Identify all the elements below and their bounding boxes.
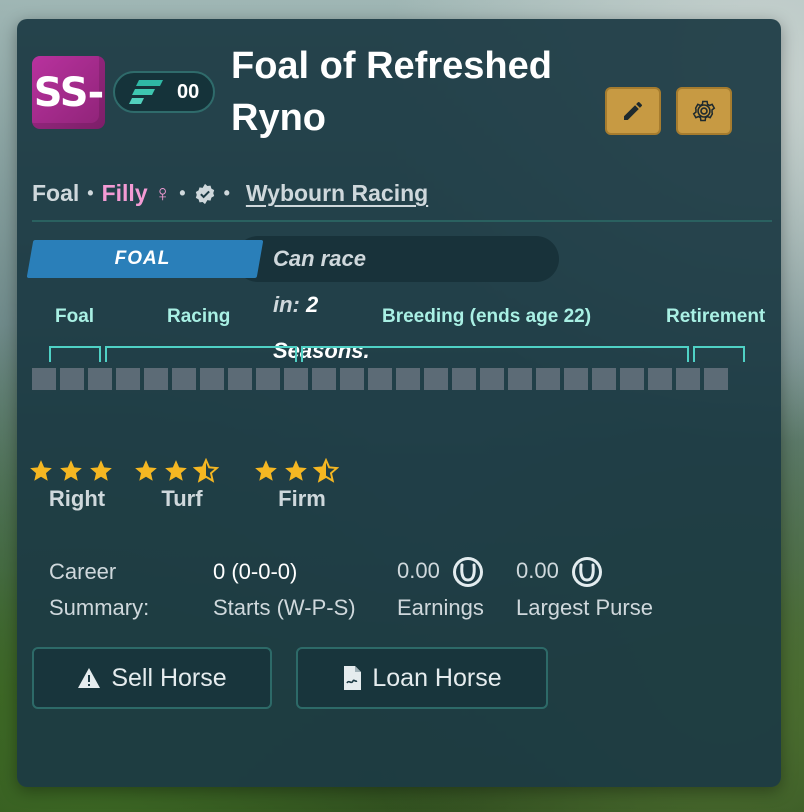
star-icon — [285, 460, 307, 481]
loan-horse-button[interactable]: Loan Horse — [296, 647, 548, 709]
grade-badge: SS- — [32, 56, 105, 129]
timeline-cell — [228, 368, 252, 390]
horse-name: Foal of Refreshed Ryno — [231, 45, 552, 139]
owner-link[interactable]: Wybourn Racing — [246, 180, 428, 207]
timeline-cell — [620, 368, 644, 390]
timeline-cell — [564, 368, 588, 390]
timeline-cell — [172, 368, 196, 390]
horse-header: SS- 00 Foal of Refreshed Ryno — [32, 40, 774, 150]
phase-label-foal: Foal — [55, 306, 95, 327]
sell-horse-label: Sell Horse — [111, 663, 227, 692]
phase-label-racing: Racing — [167, 306, 231, 327]
star-icon — [30, 460, 52, 481]
timeline-cell — [676, 368, 700, 390]
timeline-cell — [424, 368, 448, 390]
timeline-cell — [312, 368, 336, 390]
timeline-cell — [88, 368, 112, 390]
timeline-cell — [32, 368, 56, 390]
can-race-text: Can race in: 2 Seasons. — [273, 236, 370, 363]
verified-badge-icon — [195, 183, 214, 204]
half-star-icon — [193, 458, 219, 483]
timeline-cell — [340, 368, 364, 390]
stage-tag-label: FOAL — [114, 248, 171, 269]
sell-horse-button[interactable]: Sell Horse — [32, 647, 272, 709]
gear-icon — [692, 100, 716, 122]
star-icon — [255, 460, 277, 481]
star-icon — [135, 460, 157, 481]
rating-turf: Turf — [122, 458, 242, 512]
star-icon — [60, 460, 82, 481]
loan-horse-label: Loan Horse — [372, 663, 502, 692]
age-class: Foal — [32, 180, 80, 206]
timeline-cell — [284, 368, 308, 390]
timeline-cell — [452, 368, 476, 390]
timeline-cell — [536, 368, 560, 390]
career-label-line2: Summary: — [49, 595, 150, 620]
separator: • — [87, 183, 94, 203]
phase-bracket-breeding — [301, 346, 689, 362]
gender: Filly ♀ — [101, 180, 172, 206]
phase-label-breeding: Breeding (ends age 22) — [382, 306, 592, 327]
earnings-value-row: 0.00 — [397, 556, 484, 588]
edit-button[interactable] — [605, 87, 661, 135]
timeline-cell — [508, 368, 532, 390]
purse-label: Largest Purse — [516, 595, 653, 620]
level-pill: 00 — [113, 71, 215, 113]
timeline-cells — [32, 368, 728, 390]
earnings-label: Earnings — [397, 595, 484, 620]
timeline-cell — [368, 368, 392, 390]
pencil-icon — [624, 101, 643, 120]
star-rating — [230, 458, 362, 484]
starts-label: Starts (W-P-S) — [213, 595, 356, 620]
separator: • — [223, 183, 230, 203]
timeline-cell — [480, 368, 504, 390]
starts-value: 0 (0-0-0) — [213, 559, 298, 584]
rating-right: Right — [30, 458, 122, 512]
rating-label: Right — [48, 486, 106, 511]
phase-label-retirement: Retirement — [666, 306, 766, 327]
divider — [32, 220, 772, 222]
timeline-cell — [396, 368, 420, 390]
timeline-cell — [200, 368, 224, 390]
timeline-cell — [144, 368, 168, 390]
horse-meta: Foal • Filly ♀ • • Wybourn Racing — [32, 180, 428, 207]
rating-firm: Firm — [242, 458, 362, 512]
rating-label: Firm — [278, 486, 326, 511]
timeline-cell — [60, 368, 84, 390]
separator: • — [179, 183, 186, 203]
timeline-cell — [116, 368, 140, 390]
settings-button[interactable] — [676, 87, 732, 135]
surface-ratings: Right Turf Firm — [30, 458, 362, 512]
earnings-value: 0.00 — [397, 557, 440, 583]
career-label-line1: Career — [49, 559, 117, 584]
level-icon — [129, 80, 163, 104]
horseshoe-coin-icon — [571, 557, 602, 587]
star-icon — [165, 460, 187, 481]
star-rating — [20, 458, 122, 484]
half-star-icon — [313, 458, 339, 483]
phase-bracket-foal — [49, 346, 101, 362]
timeline-cell — [592, 368, 616, 390]
timeline-cell — [648, 368, 672, 390]
phase-bracket-racing — [105, 346, 297, 362]
purse-value-row: 0.00 — [516, 556, 603, 588]
timeline-cell — [256, 368, 280, 390]
document-icon — [344, 666, 362, 690]
purse-value: 0.00 — [516, 557, 559, 583]
horseshoe-coin-icon — [452, 557, 483, 587]
phase-bracket-retirement — [693, 346, 745, 362]
star-rating — [110, 458, 242, 484]
timeline-cell — [704, 368, 728, 390]
rating-label: Turf — [161, 486, 203, 511]
warning-icon — [78, 668, 101, 688]
level-number: 00 — [177, 80, 200, 103]
